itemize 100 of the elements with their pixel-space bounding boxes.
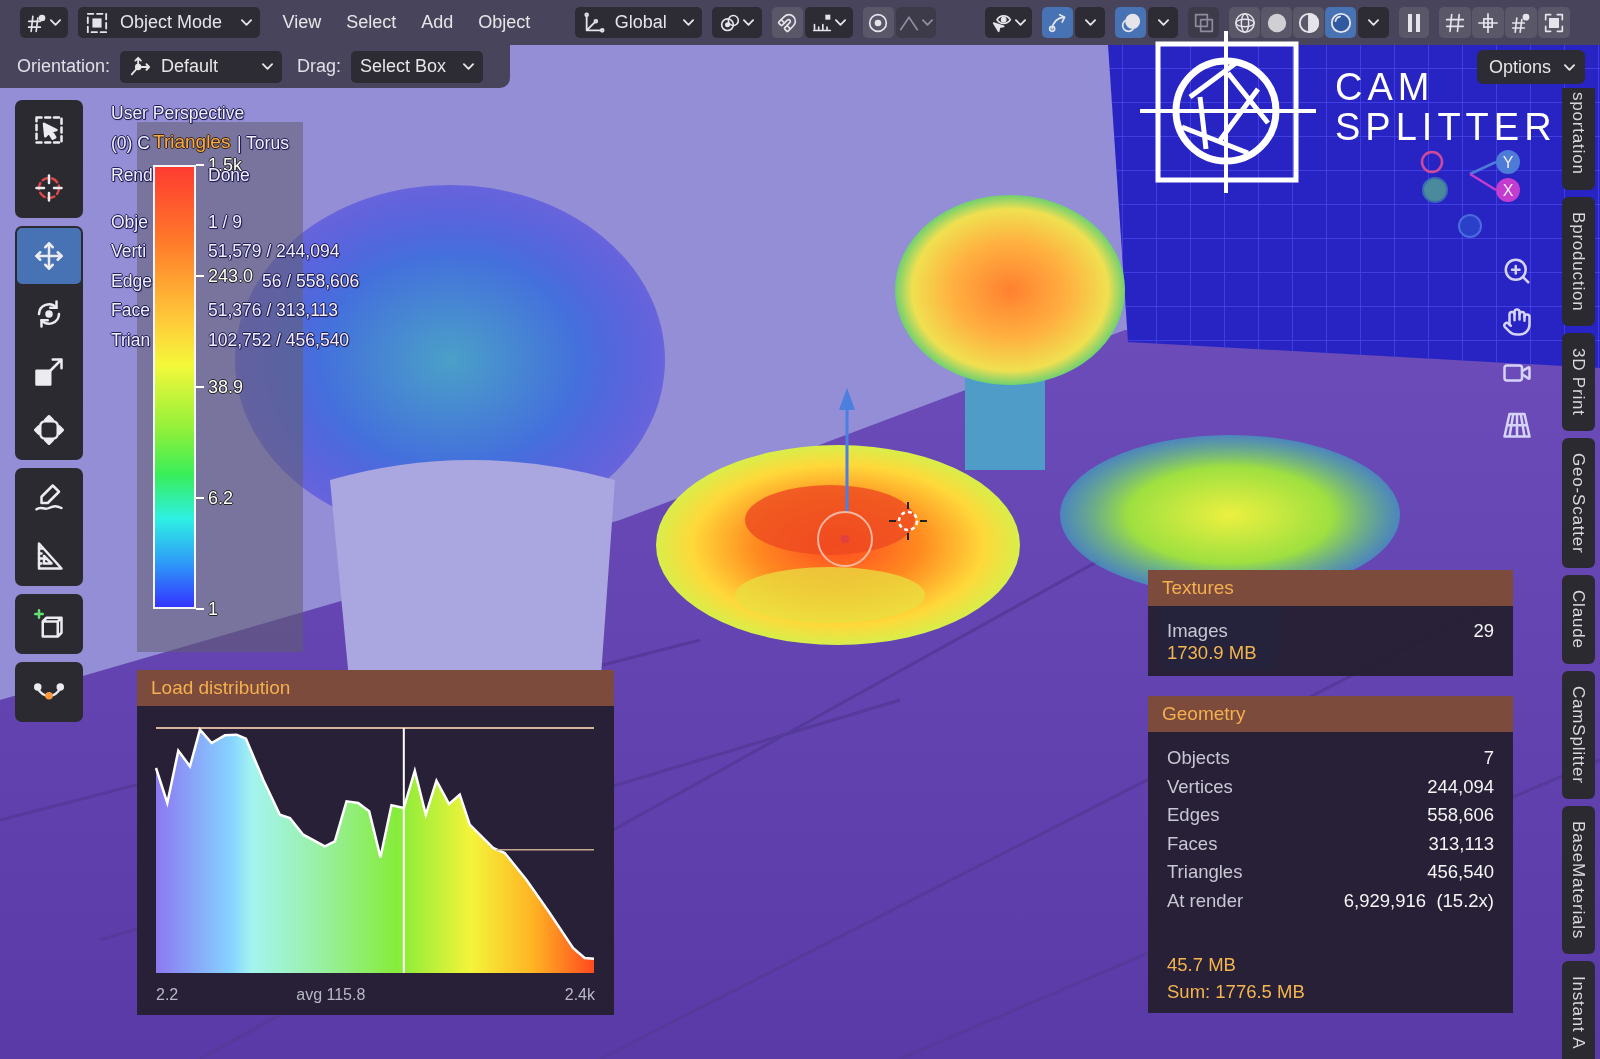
stat-label: Objects (1167, 747, 1230, 770)
scale-icon (34, 357, 64, 387)
proportional-editing-toggle[interactable] (862, 7, 894, 38)
zoom-in-icon[interactable] (1502, 256, 1532, 286)
chevron-down-icon (1564, 63, 1575, 71)
stat-label: Face (111, 300, 150, 322)
stat-label: Edges (1167, 804, 1220, 827)
stat-value: 313,113 (1428, 832, 1494, 855)
stat-value: 29 (1473, 620, 1494, 642)
pause-button[interactable] (1399, 7, 1429, 38)
view-name-text: User Perspective (111, 103, 245, 125)
stat-label: Obje (111, 211, 148, 233)
solid-sphere-icon (1265, 11, 1288, 34)
logo-text: SPLITTER (1335, 107, 1557, 147)
axis-handle[interactable]: Y (1469, 150, 1520, 176)
average-label: avg 115.8 (296, 986, 366, 1004)
axis-dot-icon[interactable] (1420, 150, 1444, 174)
orientation-select[interactable]: Default (120, 50, 283, 83)
stat-value: 1 / 9 (208, 211, 243, 233)
menu-item[interactable]: View (270, 7, 334, 38)
shading-button[interactable] (1261, 7, 1292, 38)
stat-value: 51,579 / 244,094 (208, 241, 340, 263)
move-arrows-icon (34, 241, 64, 271)
wireframe-sphere-icon (1233, 11, 1256, 34)
grid-ball-icon (27, 12, 47, 33)
chevron-down-icon (1084, 19, 1096, 26)
sidebar-tab[interactable]: sportation (1562, 88, 1595, 190)
stat-value: 7 (1483, 747, 1494, 770)
transform-gizmo[interactable] (817, 388, 873, 567)
dot-circle-icon (868, 12, 889, 33)
dashed-square-icon (86, 11, 108, 34)
xray-toggle[interactable] (1188, 7, 1219, 38)
overlays-menu-button[interactable] (1148, 7, 1178, 38)
snapping-toggle[interactable] (771, 7, 803, 38)
orientation-label: Orientation: (17, 56, 111, 77)
stat-label: At render (1167, 889, 1244, 912)
stat-label: Images (1167, 620, 1228, 642)
falloff-dropdown[interactable] (895, 7, 936, 38)
grid-button[interactable] (1439, 7, 1471, 38)
axis-handle[interactable]: X (1469, 172, 1520, 202)
linked-circles-icon (719, 12, 740, 33)
logo-text: CAM (1335, 67, 1435, 107)
sidebar-tab[interactable]: BaseMaterials (1562, 805, 1595, 954)
menu-item[interactable]: Add (408, 7, 466, 38)
sidebar-tab[interactable]: Claude (1562, 575, 1595, 665)
hand-icon[interactable] (1502, 307, 1532, 337)
fullscreen-button[interactable] (1538, 7, 1570, 38)
menu-item[interactable]: Select (333, 7, 409, 38)
half-shaded-sphere-icon (1297, 11, 1320, 34)
glossy-sphere-icon (1329, 11, 1352, 34)
panel-header: Textures (1148, 570, 1513, 606)
scale-tick-label: 243.0 (196, 266, 254, 286)
sidebar-tab[interactable]: 3D Print (1562, 333, 1595, 431)
mode-dropdown[interactable]: Object Mode (78, 7, 260, 38)
overlays-toggle[interactable] (1115, 7, 1146, 38)
axes-icon (582, 11, 605, 34)
menu-item[interactable]: Object (465, 7, 543, 38)
object-name-text: | Torus (237, 132, 289, 154)
chevron-down-icon (1368, 19, 1379, 26)
pause-icon (1406, 12, 1422, 33)
grid-ball-icon (1511, 12, 1531, 33)
sidebar-tab[interactable]: Bproduction (1562, 196, 1595, 327)
shading-menu-button[interactable] (1358, 7, 1389, 38)
eye-cursor-icon (991, 12, 1012, 33)
cursor-box-icon (34, 115, 64, 145)
drag-label: Drag: (297, 56, 342, 77)
scale-tick-label: 38.9 (196, 377, 244, 397)
shading-button[interactable] (1229, 7, 1260, 38)
editor-type-button[interactable] (20, 7, 68, 38)
orientation-dropdown[interactable]: Global (574, 7, 702, 38)
sidebar-tab[interactable]: Geo-Scatter (1562, 438, 1595, 569)
ruler-ticks-icon (811, 12, 832, 33)
cursor-crosshair-icon (888, 501, 928, 541)
crosshair-circle-icon (34, 173, 64, 203)
chevron-down-icon (1014, 19, 1026, 26)
gizmo-toggle[interactable] (1042, 7, 1073, 38)
stat-label: Triangles (1167, 861, 1243, 884)
chevron-down-icon (834, 19, 846, 26)
overlapping-circles-icon (1120, 12, 1141, 33)
chevron-down-icon (262, 63, 274, 70)
options-dropdown[interactable]: Options (1477, 50, 1585, 84)
shading-button[interactable] (1325, 7, 1356, 38)
drag-select[interactable]: Select Box (351, 50, 484, 83)
magnet-icon (777, 12, 798, 33)
grid-ball-button[interactable] (1505, 7, 1537, 38)
gizmo-menu-button[interactable] (1075, 7, 1105, 38)
snap-target-dropdown[interactable] (804, 7, 853, 38)
memory-size-text: 45.7 MB (1167, 953, 1236, 977)
overlapping-squares-icon (1193, 12, 1214, 33)
pivot-dropdown[interactable] (711, 7, 762, 38)
stat-label: Verti (111, 241, 147, 263)
curve-points-icon (34, 683, 64, 701)
crosshair-button[interactable] (1472, 7, 1504, 38)
scale-tick-label: 6.2 (196, 488, 234, 508)
sidebar-tab[interactable]: CamSplitter (1562, 671, 1595, 799)
sidebar-tab[interactable]: Instant A (1562, 960, 1595, 1059)
shading-button[interactable] (1293, 7, 1324, 38)
chevron-down-icon (241, 19, 252, 26)
chevron-down-icon (50, 19, 61, 26)
visibility-dropdown[interactable] (985, 7, 1032, 38)
